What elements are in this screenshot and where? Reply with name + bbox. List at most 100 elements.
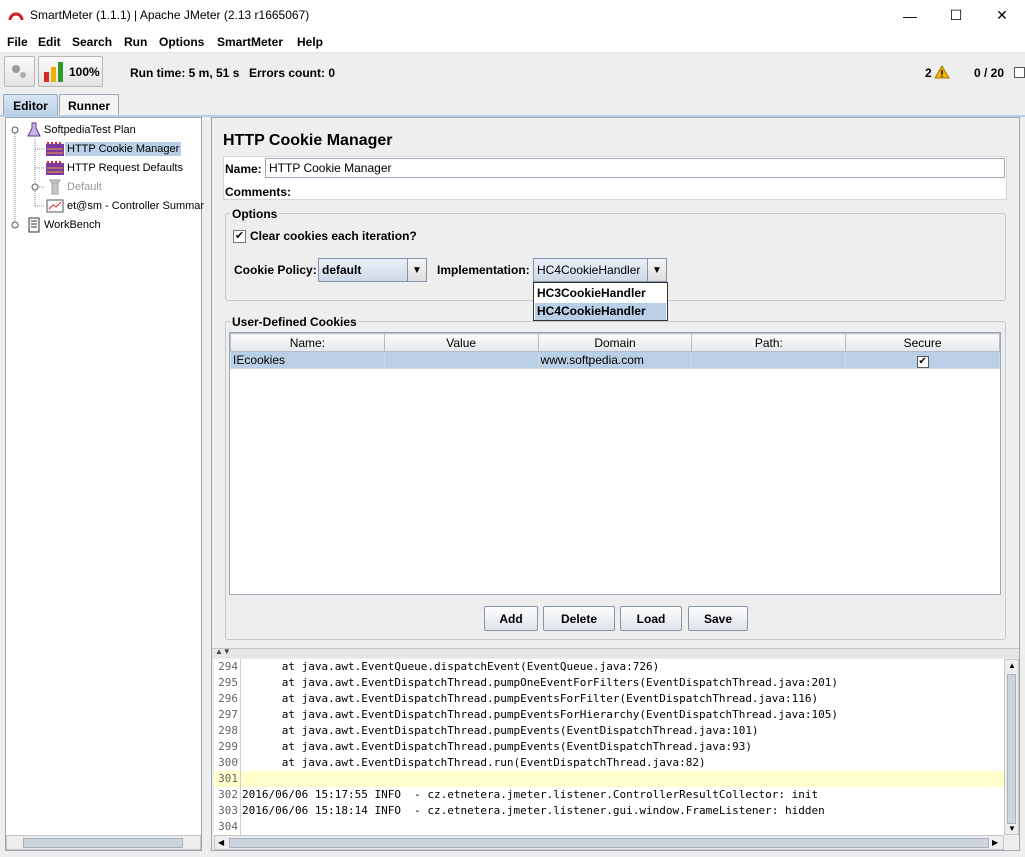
name-field[interactable]: HTTP Cookie Manager bbox=[265, 158, 1005, 178]
cell-path[interactable] bbox=[691, 351, 847, 369]
summary-report-icon bbox=[46, 199, 64, 213]
warning-icon[interactable] bbox=[934, 65, 950, 79]
column-header-value[interactable]: Value bbox=[383, 333, 539, 352]
menu-help[interactable]: Help bbox=[297, 35, 323, 49]
progress-button[interactable]: 100% bbox=[38, 56, 103, 87]
log-text: at java.awt.EventDispatchThread.pumpEven… bbox=[242, 692, 819, 705]
tree-item-thread-group[interactable]: Default bbox=[45, 178, 104, 196]
scroll-down-icon[interactable]: ▼ bbox=[1008, 824, 1016, 833]
save-button[interactable]: Save bbox=[688, 606, 748, 631]
bar-chart-icon bbox=[44, 62, 63, 82]
close-button[interactable]: ✕ bbox=[979, 0, 1025, 31]
chevron-down-icon[interactable]: ▼ bbox=[407, 259, 426, 281]
test-plan-tree[interactable]: SoftpediaTest Plan HTTP Cookie Manager H… bbox=[5, 117, 204, 851]
menu-run[interactable]: Run bbox=[124, 35, 147, 49]
cell-secure[interactable]: ✔ bbox=[845, 351, 1000, 369]
thread-group-icon bbox=[49, 179, 61, 195]
column-header-secure[interactable]: Secure bbox=[845, 333, 1000, 352]
table-row[interactable]: IEcookies www.softpedia.com ✔ bbox=[230, 351, 1000, 369]
comments-field[interactable] bbox=[298, 181, 1005, 199]
clear-cookies-label: Clear cookies each iteration? bbox=[250, 229, 417, 243]
start-button[interactable] bbox=[4, 56, 35, 87]
tree-horizontal-scrollbar[interactable] bbox=[6, 835, 201, 850]
scroll-right-icon[interactable]: ▶ bbox=[992, 838, 998, 847]
log-line: 303 2016/06/06 15:18:14 INFO - cz.etneter… bbox=[214, 803, 1004, 819]
log-line: 302 2016/06/06 15:17:55 INFO - cz.etneter… bbox=[214, 787, 1004, 803]
line-number: 295 bbox=[214, 675, 241, 691]
menu-smartmeter[interactable]: SmartMeter bbox=[217, 35, 283, 49]
log-text: at java.awt.EventDispatchThread.run(Even… bbox=[242, 756, 706, 769]
add-button[interactable]: Add bbox=[484, 606, 538, 631]
scroll-left-icon[interactable]: ◀ bbox=[218, 838, 224, 847]
secure-checkbox[interactable]: ✔ bbox=[916, 355, 929, 368]
tree-item-request-defaults[interactable]: HTTP Request Defaults bbox=[45, 159, 185, 177]
column-header-path[interactable]: Path: bbox=[691, 333, 847, 352]
cookies-title: User-Defined Cookies bbox=[230, 315, 359, 329]
menu-bar: File Edit Search Run Options SmartMeter … bbox=[0, 31, 1025, 53]
scrollbar-thumb[interactable] bbox=[229, 838, 989, 848]
tree-item-workbench[interactable]: WorkBench bbox=[26, 216, 103, 234]
implementation-dropdown[interactable]: HC3CookieHandler HC4CookieHandler bbox=[533, 282, 668, 321]
tree-item-cookie-manager[interactable]: HTTP Cookie Manager bbox=[45, 140, 182, 158]
line-number: 302 bbox=[214, 787, 241, 803]
cookie-policy-select[interactable]: default ▼ bbox=[318, 258, 427, 282]
threads-checkbox[interactable] bbox=[1014, 67, 1025, 78]
cell-value[interactable] bbox=[383, 351, 539, 369]
scrollbar-thumb[interactable] bbox=[1007, 674, 1016, 824]
cell-name[interactable]: IEcookies bbox=[230, 351, 385, 369]
progress-label: 100% bbox=[69, 65, 100, 79]
line-number: 298 bbox=[214, 723, 241, 739]
column-header-domain[interactable]: Domain bbox=[537, 333, 693, 352]
dropdown-option-hc3[interactable]: HC3CookieHandler bbox=[535, 285, 666, 302]
implementation-select[interactable]: HC4CookieHandler ▼ bbox=[533, 258, 667, 282]
smartmeter-logo-icon bbox=[8, 12, 24, 21]
line-number: 300 bbox=[214, 755, 241, 771]
chevron-down-icon[interactable]: ▼ bbox=[647, 259, 666, 281]
menu-file[interactable]: File bbox=[7, 35, 28, 49]
cookie-manager-icon bbox=[46, 142, 64, 156]
workbench-icon bbox=[28, 217, 40, 233]
window-title: SmartMeter (1.1.1) | Apache JMeter (2.13… bbox=[30, 8, 310, 22]
log-text: 2016/06/06 15:18:14 INFO - cz.etnetera.j… bbox=[242, 804, 825, 817]
log-horizontal-scrollbar[interactable]: ◀ ▶ bbox=[214, 835, 1004, 850]
cookies-table-area[interactable]: Name: Value Domain Path: Secure IEcookie… bbox=[229, 332, 1001, 595]
panel-heading: HTTP Cookie Manager bbox=[223, 132, 393, 149]
name-label: Name: bbox=[225, 162, 262, 176]
cookie-policy-value: default bbox=[322, 263, 362, 277]
split-divider[interactable]: ▲▼ bbox=[212, 647, 1019, 658]
menu-search[interactable]: Search bbox=[72, 35, 112, 49]
log-text: at java.awt.EventDispatchThread.pumpOneE… bbox=[242, 676, 839, 689]
flask-icon bbox=[27, 122, 41, 137]
delete-button[interactable]: Delete bbox=[543, 606, 615, 631]
minimize-button[interactable]: — bbox=[887, 0, 933, 31]
scroll-up-icon[interactable]: ▲ bbox=[1008, 661, 1016, 670]
tab-bar: Editor Runner bbox=[0, 92, 1025, 116]
scrollbar-thumb[interactable] bbox=[23, 838, 183, 848]
run-time: Run time: 5 m, 51 s bbox=[130, 66, 240, 80]
tree-item-label: SoftpediaTest Plan bbox=[44, 124, 136, 136]
log-viewer[interactable]: 294 at java.awt.EventQueue.dispatchEvent… bbox=[214, 659, 1004, 835]
log-line: 295 at java.awt.EventDispatchThread.pump… bbox=[214, 675, 1004, 691]
log-line: 297 at java.awt.EventDispatchThread.pump… bbox=[214, 707, 1004, 723]
tree-item-label: WorkBench bbox=[44, 219, 101, 231]
tree-item-test-plan[interactable]: SoftpediaTest Plan bbox=[26, 121, 138, 139]
log-line: 299 at java.awt.EventDispatchThread.pump… bbox=[214, 739, 1004, 755]
clear-cookies-checkbox[interactable]: ✔ bbox=[233, 230, 246, 243]
tab-editor[interactable]: Editor bbox=[3, 94, 58, 116]
column-header-name[interactable]: Name: bbox=[230, 333, 385, 352]
menu-edit[interactable]: Edit bbox=[38, 35, 61, 49]
threads-count: 0 / 20 bbox=[974, 66, 1005, 80]
tree-item-summary-report[interactable]: et@sm - Controller Summar bbox=[45, 197, 206, 215]
line-number: 296 bbox=[214, 691, 241, 707]
line-number: 299 bbox=[214, 739, 241, 755]
line-number: 303 bbox=[214, 803, 241, 819]
log-vertical-scrollbar[interactable]: ▲ ▼ bbox=[1004, 659, 1019, 835]
errors-count: Errors count: 0 bbox=[249, 66, 336, 80]
dropdown-option-hc4[interactable]: HC4CookieHandler bbox=[535, 303, 666, 320]
menu-options[interactable]: Options bbox=[159, 35, 204, 49]
maximize-button[interactable]: ☐ bbox=[933, 0, 979, 31]
cell-domain[interactable]: www.softpedia.com bbox=[537, 351, 693, 369]
load-button[interactable]: Load bbox=[620, 606, 682, 631]
tab-runner[interactable]: Runner bbox=[59, 94, 119, 116]
collapse-arrows-icon[interactable]: ▲▼ bbox=[215, 647, 231, 656]
